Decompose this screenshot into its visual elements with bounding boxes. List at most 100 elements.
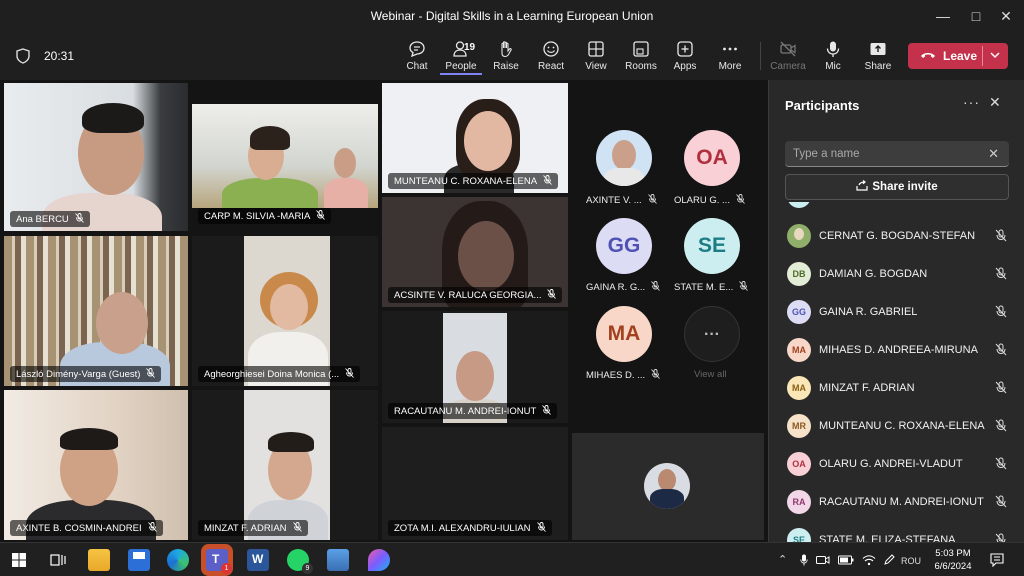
word-icon-letter: W bbox=[252, 552, 264, 566]
mic-tray-icon[interactable] bbox=[800, 554, 808, 566]
participant-avatar: SE bbox=[787, 528, 811, 542]
camera-button[interactable]: Camera bbox=[767, 38, 809, 76]
participant-avatar[interactable] bbox=[596, 130, 652, 186]
video-tile[interactable]: László Dimény-Varga (Guest) bbox=[4, 236, 188, 386]
participant-avatar[interactable]: GG bbox=[596, 218, 652, 274]
chevron-down-icon[interactable] bbox=[990, 52, 1000, 59]
video-tile[interactable]: ZOTA M.I. ALEXANDRU-IULIAN bbox=[382, 427, 568, 540]
share-invite-button[interactable]: Share invite bbox=[785, 174, 1009, 200]
clock[interactable]: 5:03 PM 6/6/2024 bbox=[928, 547, 978, 573]
avatar-photo-face bbox=[794, 228, 804, 240]
leave-label: Leave bbox=[943, 49, 978, 63]
video-tile[interactable] bbox=[192, 104, 378, 208]
camera-tray-icon[interactable] bbox=[816, 555, 830, 565]
video-tile[interactable]: AXINTE B. COSMIN-ANDREI bbox=[4, 390, 188, 540]
mic-off-icon bbox=[995, 381, 1007, 394]
save-icon[interactable] bbox=[128, 549, 150, 571]
react-button[interactable]: React bbox=[530, 38, 572, 76]
video-tile[interactable]: RACAUTANU M. ANDREI-IONUT bbox=[382, 311, 568, 423]
wifi-icon[interactable] bbox=[862, 554, 876, 566]
avatar-name-text: MIHAES D. ... bbox=[586, 370, 646, 381]
close-icon[interactable]: ✕ bbox=[989, 94, 1001, 111]
leave-button[interactable]: Leave bbox=[908, 43, 1008, 69]
participant-list-item[interactable]: MA MINZAT F. ADRIAN bbox=[785, 374, 1015, 404]
participant-name: László Dimény-Varga (Guest) bbox=[10, 366, 162, 382]
participant-list-item[interactable]: SE STATE M. ELIZA-STEFANA bbox=[785, 526, 1015, 542]
participant-avatar[interactable]: SE bbox=[684, 218, 740, 274]
search-input[interactable] bbox=[793, 145, 973, 163]
participant-name: ACSINTE V. RALUCA GEORGIA... bbox=[388, 287, 563, 303]
mic-off-icon bbox=[651, 281, 660, 291]
avatar-name: STATE M. E... bbox=[674, 281, 749, 293]
tray-chevron-up-icon[interactable]: ⌃ bbox=[778, 553, 787, 566]
minimize-button[interactable]: — bbox=[928, 6, 958, 26]
participant-list-item[interactable]: OA OLARU G. ANDREI-VLADUT bbox=[785, 450, 1015, 480]
notification-icon[interactable] bbox=[990, 553, 1004, 567]
participant-name: GAINA R. GABRIEL bbox=[819, 306, 918, 318]
participant-face bbox=[96, 292, 148, 354]
rooms-button[interactable]: Rooms bbox=[620, 38, 662, 76]
mic-off-icon bbox=[316, 210, 326, 220]
participant-list-item[interactable]: DB DAMIAN G. BOGDAN bbox=[785, 260, 1015, 290]
self-view-tile[interactable] bbox=[572, 433, 764, 540]
language-indicator[interactable]: ROU bbox=[901, 556, 921, 566]
react-label: React bbox=[537, 61, 565, 72]
apps-button[interactable]: Apps bbox=[664, 38, 706, 76]
participant-name: CARP M. SILVIA -MARIA bbox=[198, 208, 332, 224]
participant-list-item[interactable]: MR MUNTEANU C. ROXANA-ELENA bbox=[785, 412, 1015, 442]
participant-name: MIHAES D. ANDREEA-MIRUNA bbox=[819, 344, 978, 356]
share-button[interactable]: Share bbox=[857, 38, 899, 76]
participant-avatar[interactable]: MA bbox=[596, 306, 652, 362]
participant-list-item[interactable]: GG GAINA R. GABRIEL bbox=[785, 298, 1015, 328]
view-all-button[interactable]: ··· bbox=[684, 306, 740, 362]
windows-start-icon[interactable] bbox=[12, 553, 26, 567]
participant-list-item[interactable]: CERNAT G. BOGDAN-STEFAN bbox=[785, 222, 1015, 252]
chat-button[interactable]: Chat bbox=[396, 38, 438, 76]
more-button[interactable]: More bbox=[709, 38, 751, 76]
whatsapp-badge: 9 bbox=[302, 563, 313, 574]
photos-icon[interactable] bbox=[327, 549, 349, 571]
video-tile[interactable]: Agheorghiesei Doina Monica (... bbox=[192, 236, 378, 386]
participant-list-item[interactable]: MA MIHAES D. ANDREEA-MIRUNA bbox=[785, 336, 1015, 366]
mic-off-icon bbox=[995, 457, 1007, 470]
pen-icon[interactable] bbox=[883, 554, 895, 566]
participant-name: CERNAT G. BOGDAN-STEFAN bbox=[819, 230, 976, 242]
maximize-button[interactable]: □ bbox=[961, 6, 991, 26]
participant-name: STATE M. ELIZA-STEFANA bbox=[819, 534, 956, 542]
clear-search-icon[interactable]: ✕ bbox=[988, 146, 999, 162]
whatsapp-icon[interactable]: 9 bbox=[287, 549, 313, 574]
video-tile[interactable]: MUNTEANU C. ROXANA-ELENA bbox=[382, 83, 568, 193]
view-button[interactable]: View bbox=[575, 38, 617, 76]
avatar-name: OLARU G. ... bbox=[674, 194, 745, 206]
video-tile[interactable]: MINZAT F. ADRIAN bbox=[192, 390, 378, 540]
raise-hand-button[interactable]: Raise bbox=[485, 38, 527, 76]
video-tile[interactable]: ACSINTE V. RALUCA GEORGIA... bbox=[382, 197, 568, 307]
mic-off-icon bbox=[345, 368, 355, 378]
video-tile[interactable]: Ana BERCU bbox=[4, 83, 188, 231]
avatar-name: GAINA R. G... bbox=[586, 281, 660, 293]
paint-icon[interactable] bbox=[368, 549, 390, 571]
battery-icon[interactable] bbox=[838, 555, 854, 565]
chat-icon bbox=[409, 41, 425, 58]
teams-icon[interactable]: T1 bbox=[206, 549, 232, 574]
panel-more-options-icon[interactable]: ··· bbox=[963, 94, 980, 110]
word-icon[interactable]: W bbox=[247, 549, 269, 571]
mic-button[interactable]: Mic bbox=[812, 38, 854, 76]
file-explorer-icon[interactable] bbox=[88, 549, 110, 571]
participant-hair bbox=[268, 432, 314, 452]
participant-hair bbox=[60, 428, 118, 450]
participant-avatar bbox=[787, 224, 811, 248]
edge-icon[interactable] bbox=[167, 549, 189, 571]
mic-off-icon bbox=[543, 175, 552, 185]
participant-face bbox=[334, 148, 356, 178]
task-view-icon[interactable] bbox=[50, 553, 66, 567]
people-button[interactable]: 19 People bbox=[440, 38, 482, 76]
participant-name-text: László Dimény-Varga (Guest) bbox=[16, 369, 141, 380]
participant-avatar[interactable]: OA bbox=[684, 130, 740, 186]
apps-label: Apps bbox=[673, 61, 697, 72]
participant-list-item[interactable]: RA RACAUTANU M. ANDREI-IONUT bbox=[785, 488, 1015, 518]
close-window-button[interactable]: ✕ bbox=[991, 6, 1021, 26]
participant-name: DAMIAN G. BOGDAN bbox=[819, 268, 928, 280]
participant-avatar: MA bbox=[787, 338, 811, 362]
clock-time: 5:03 PM bbox=[935, 548, 971, 559]
